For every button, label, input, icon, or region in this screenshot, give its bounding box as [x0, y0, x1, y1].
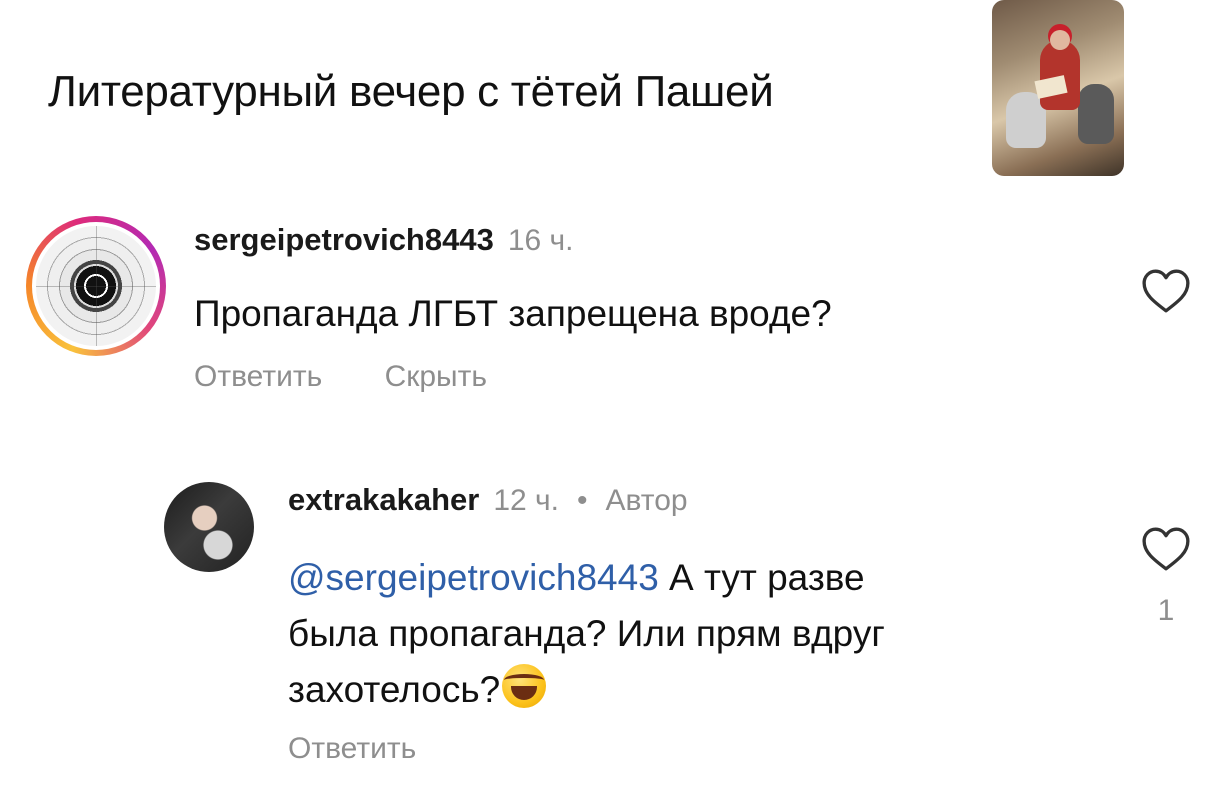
- comment-text-line-1: А тут разве: [658, 557, 865, 598]
- avatar-image: [36, 226, 156, 346]
- separator-dot: •: [577, 484, 588, 517]
- heart-outline-icon[interactable]: [1141, 268, 1191, 314]
- comment-username[interactable]: extrakakaher: [288, 482, 479, 518]
- author-badge: Автор: [605, 484, 688, 517]
- comment-time: 12 ч.: [493, 484, 559, 517]
- comment-text: @sergeipetrovich8443 А тут разве была пр…: [288, 550, 1048, 718]
- reply-button[interactable]: Ответить: [288, 732, 416, 765]
- comment-time: 16 ч.: [507, 224, 574, 257]
- face-with-tears-of-joy-icon: [502, 664, 547, 708]
- hide-button[interactable]: Скрыть: [385, 360, 487, 393]
- comment-username[interactable]: sergeipetrovich8443: [194, 222, 494, 258]
- comment-text: Пропаганда ЛГБТ запрещена вроде?: [194, 293, 832, 334]
- reply-button[interactable]: Ответить: [194, 360, 322, 393]
- comment-text-line-2: была пропаганда? Или прям вдруг: [288, 613, 885, 654]
- mention-link[interactable]: @sergeipetrovich8443: [288, 557, 659, 598]
- comment-text-line-3: захотелось?: [288, 669, 501, 710]
- avatar[interactable]: [164, 482, 254, 572]
- heart-outline-icon[interactable]: [1141, 526, 1191, 572]
- reply-comment-item: extrakakaher 12 ч. • Автор @sergeipetrov…: [0, 420, 1220, 796]
- comment-item: sergeipetrovich8443 16 ч. Пропаганда ЛГБ…: [0, 0, 1220, 420]
- like-count: 1: [1157, 594, 1175, 627]
- story-avatar[interactable]: [26, 216, 166, 356]
